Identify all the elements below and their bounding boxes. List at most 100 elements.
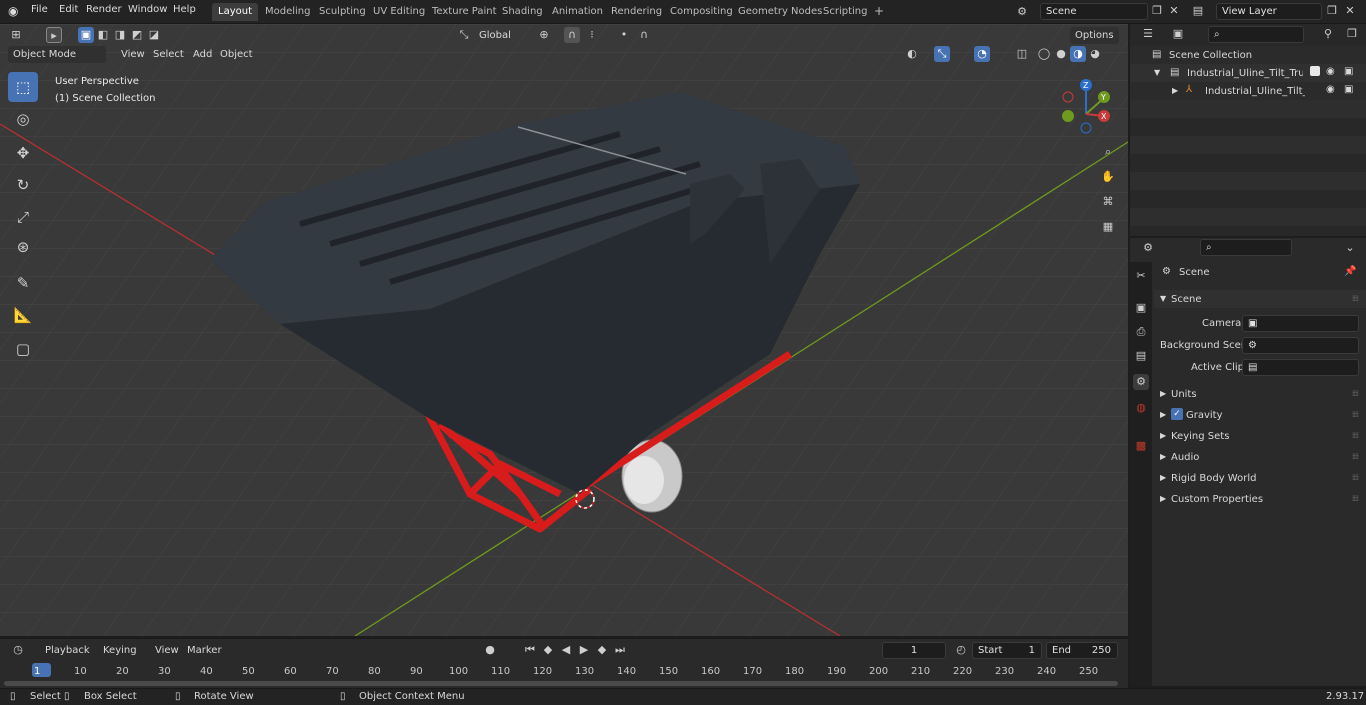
audio-panel[interactable]: ▶ Audio ⁞⁞⁞⁞ <box>1154 448 1366 466</box>
drag-handle-icon[interactable]: ⁞⁞⁞⁞ <box>1352 494 1359 503</box>
checkbox-icon[interactable] <box>1310 66 1320 76</box>
overlay-toggle-icon[interactable]: ◔ <box>974 46 990 62</box>
pivot-icon[interactable]: ⊕ <box>536 27 552 43</box>
select-box-tool-icon[interactable]: ⬚ <box>8 72 38 102</box>
expand-icon[interactable]: ▼ <box>1154 68 1160 77</box>
blender-logo-icon[interactable]: ◉ <box>8 4 18 18</box>
view-layer-icon[interactable]: ▤ <box>1190 3 1206 19</box>
snap-icon[interactable]: ∩ <box>564 27 580 43</box>
cursor-tool-icon[interactable]: ◎ <box>8 104 38 134</box>
drag-handle-icon[interactable]: ⁞⁞⁞⁞ <box>1352 410 1359 419</box>
tab-texture-paint[interactable]: Texture Paint <box>426 3 503 21</box>
mode-dropdown[interactable]: Object Mode <box>8 46 106 63</box>
select-subtract-icon[interactable]: ◨ <box>112 27 128 43</box>
editor-type-icon[interactable]: ⊞ <box>8 27 24 43</box>
close-view-layer-icon[interactable]: ✕ <box>1342 3 1358 19</box>
wireframe-shading-icon[interactable]: ◯ <box>1036 46 1052 62</box>
scene-panel-header[interactable]: ▼ Scene ⁞⁞⁞⁞ <box>1154 290 1366 308</box>
tab-modeling[interactable]: Modeling <box>259 3 317 21</box>
drag-handle-icon[interactable]: ⁞⁞⁞⁞ <box>1352 389 1359 398</box>
scene-icon[interactable]: ⚙ <box>1014 4 1030 20</box>
falloff-icon[interactable]: ∩ <box>636 27 652 43</box>
navigation-gizmo[interactable]: Z Y X <box>1058 78 1118 138</box>
close-scene-icon[interactable]: ✕ <box>1166 3 1182 19</box>
menu-help[interactable]: Help <box>173 4 196 15</box>
timeline-editor-icon[interactable]: ◷ <box>10 642 26 658</box>
options-dropdown[interactable]: Options <box>1070 27 1119 44</box>
ortho-grid-icon[interactable]: ▦ <box>1100 219 1116 235</box>
view-layer-field[interactable]: View Layer <box>1216 3 1322 20</box>
add-menu[interactable]: Add <box>188 46 217 63</box>
gizmo-toggle-icon[interactable]: ⤡ <box>934 46 950 62</box>
add-workspace-icon[interactable]: + <box>868 1 890 19</box>
render-tab-icon[interactable]: ▣ <box>1133 300 1149 316</box>
filter-icon[interactable]: ⚲ <box>1320 26 1336 42</box>
timeline-view-menu[interactable]: View <box>150 642 184 659</box>
zoom-icon[interactable]: ⌕ <box>1100 144 1116 160</box>
tab-animation[interactable]: Animation <box>546 3 609 21</box>
select-menu[interactable]: Select <box>148 46 189 63</box>
gravity-panel[interactable]: ▶ ✓ Gravity ⁞⁞⁞⁞ <box>1154 406 1366 424</box>
scene-tab-icon[interactable]: ⚙ <box>1133 374 1149 390</box>
properties-options-icon[interactable]: ⌄ <box>1342 240 1358 256</box>
orientation-dropdown[interactable]: Global <box>474 27 524 44</box>
tab-sculpting[interactable]: Sculpting <box>313 3 372 21</box>
drag-handle-icon[interactable]: ⁞⁞⁞⁞ <box>1352 431 1359 440</box>
outliner-row-root[interactable]: ▤ Scene Collection <box>1130 46 1366 64</box>
current-frame-field[interactable]: 1 <box>882 642 946 659</box>
transform-tool-icon[interactable]: ⊛ <box>8 232 38 262</box>
proportional-edit-icon[interactable]: • <box>616 27 632 43</box>
play-reverse-icon[interactable]: ◀ <box>558 642 574 658</box>
stopwatch-icon[interactable]: ◴ <box>953 642 969 658</box>
select-extend-icon[interactable]: ◧ <box>95 27 111 43</box>
new-collection-icon[interactable]: ❐ <box>1344 26 1360 42</box>
view-menu[interactable]: View <box>116 46 150 63</box>
next-keyframe-icon[interactable]: ◆ <box>594 642 610 658</box>
select-invert-icon[interactable]: ◩ <box>129 27 145 43</box>
pan-hand-icon[interactable]: ✋ <box>1100 169 1116 185</box>
playback-menu[interactable]: Playback <box>40 642 95 659</box>
texture-tab-icon[interactable]: ▩ <box>1133 438 1149 454</box>
drag-handle-icon[interactable]: ⁞⁞⁞⁞ <box>1352 473 1359 482</box>
expand-icon[interactable]: ▶ <box>1172 86 1178 95</box>
background-scene-field[interactable]: ⚙ <box>1242 337 1359 354</box>
outliner-row-collection[interactable]: ▼ ▤ Industrial_Uline_Tilt_Truck_Bla ◉ ▣ <box>1130 64 1366 82</box>
move-tool-icon[interactable]: ✥ <box>8 138 38 168</box>
display-mode-icon[interactable]: ▣ <box>1170 26 1186 42</box>
select-new-icon[interactable]: ▣ <box>78 27 94 43</box>
annotate-tool-icon[interactable]: ✎ <box>8 268 38 298</box>
scale-tool-icon[interactable]: ⤢ <box>8 202 38 232</box>
solid-shading-icon[interactable]: ● <box>1053 46 1069 62</box>
properties-search-input[interactable]: ⌕ <box>1200 239 1292 256</box>
scene-field[interactable]: Scene <box>1040 3 1148 20</box>
rotate-tool-icon[interactable]: ↻ <box>8 170 38 200</box>
menu-edit[interactable]: Edit <box>59 4 78 15</box>
keying-menu[interactable]: Keying <box>98 642 142 659</box>
units-panel[interactable]: ▶ Units ⁞⁞⁞⁞ <box>1154 385 1366 403</box>
xray-icon[interactable]: ◫ <box>1014 46 1030 62</box>
tool-tab-icon[interactable]: ✂ <box>1133 268 1149 284</box>
material-shading-icon[interactable]: ◑ <box>1070 46 1086 62</box>
record-icon[interactable]: ● <box>482 642 498 658</box>
end-frame-field[interactable]: End 250 <box>1046 642 1118 659</box>
tab-geometry-nodes[interactable]: Geometry Nodes <box>732 3 828 21</box>
jump-start-icon[interactable]: ⏮ <box>522 642 538 658</box>
output-tab-icon[interactable]: ⎙ <box>1133 324 1149 340</box>
world-tab-icon[interactable]: ◍ <box>1133 400 1149 416</box>
tab-compositing[interactable]: Compositing <box>664 3 739 21</box>
tweak-tool-icon[interactable]: ▸ <box>46 27 62 43</box>
camera-render-icon[interactable]: ▣ <box>1344 84 1353 95</box>
timeline-scrollbar[interactable] <box>4 681 1118 686</box>
eye-icon[interactable]: ◉ <box>1326 66 1335 77</box>
rigid-body-panel[interactable]: ▶ Rigid Body World ⁞⁞⁞⁞ <box>1154 469 1366 487</box>
snap-target-icon[interactable]: ⁝ <box>584 27 600 43</box>
tab-shading[interactable]: Shading <box>496 3 549 21</box>
start-frame-field[interactable]: Start 1 <box>972 642 1042 659</box>
properties-editor-icon[interactable]: ⚙ <box>1140 240 1156 256</box>
drag-handle-icon[interactable]: ⁞⁞⁞⁞ <box>1352 294 1359 303</box>
outliner-row-object[interactable]: ▶ ⅄ Industrial_Uline_Tilt_Truck ◉ ▣ <box>1130 82 1366 100</box>
gravity-checkbox[interactable]: ✓ <box>1171 408 1183 420</box>
select-intersect-icon[interactable]: ◪ <box>146 27 162 43</box>
add-cube-tool-icon[interactable]: ▢ <box>8 334 38 364</box>
tab-uv-editing[interactable]: UV Editing <box>367 3 431 21</box>
